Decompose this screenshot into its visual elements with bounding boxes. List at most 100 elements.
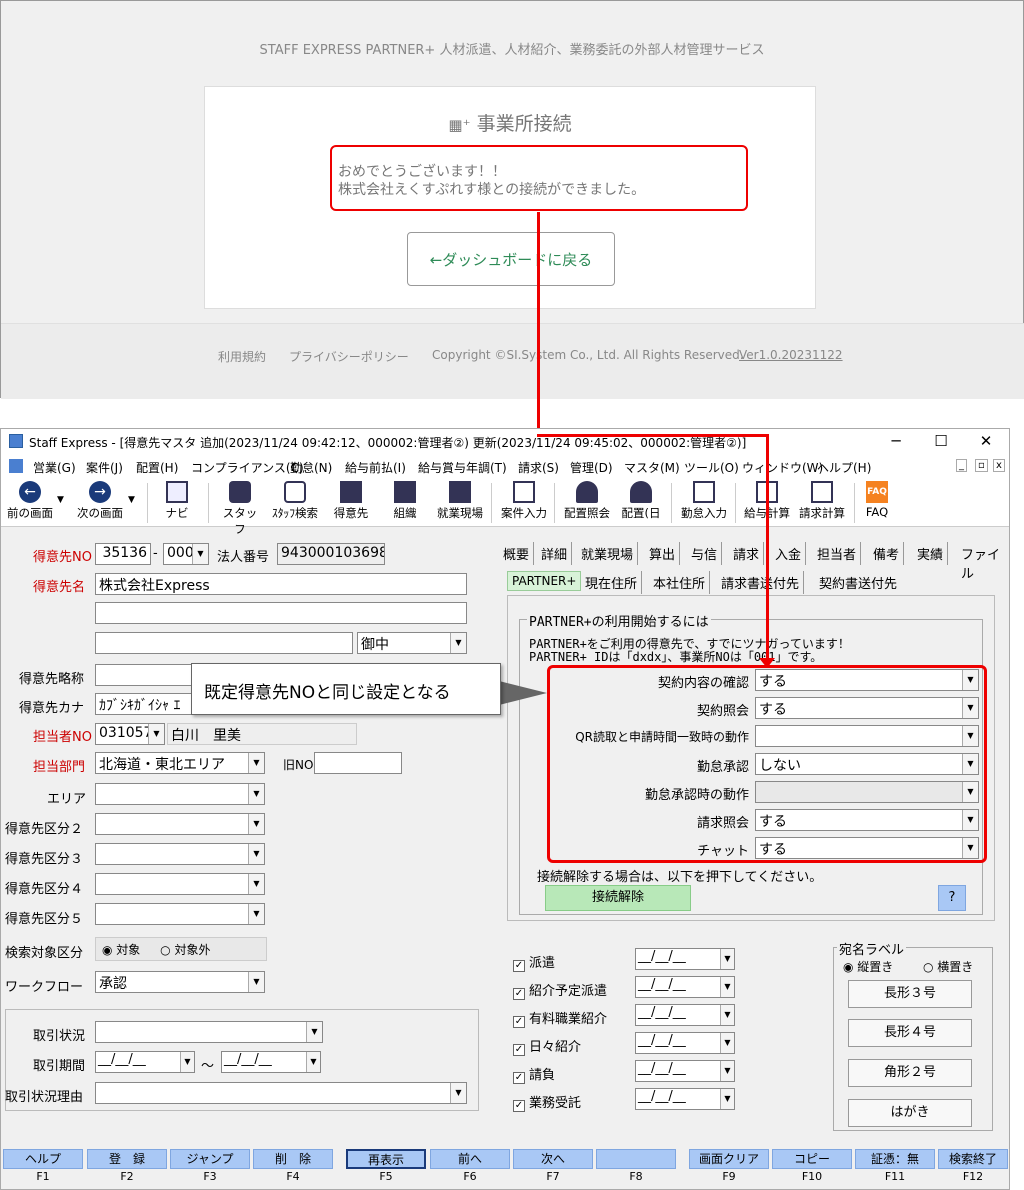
menu-placement[interactable]: 配置(H) xyxy=(136,459,178,476)
tab-billing[interactable]: 請求 xyxy=(729,542,765,565)
menu-tools[interactable]: ツール(O) xyxy=(684,459,739,476)
trade-status-select[interactable]: ▼ xyxy=(95,1021,323,1043)
menu-compliance[interactable]: コンプライアンス(C) xyxy=(191,459,304,476)
chevron-down-icon[interactable]: ▼ xyxy=(720,977,734,997)
maximize-button[interactable]: ☐ xyxy=(926,432,956,450)
contract-outsourcing-date[interactable]: __/__/__ ▼ xyxy=(635,1088,735,1110)
class4-select[interactable]: ▼ xyxy=(95,873,265,895)
label-horizontal-radio[interactable]: ○ 横置き xyxy=(923,958,973,975)
f10-copy-button[interactable]: コピー xyxy=(772,1149,852,1169)
chevron-down-icon[interactable]: ▼ xyxy=(248,904,264,924)
customer-name-3-field[interactable] xyxy=(95,632,353,654)
tab-workplace[interactable]: 就業現場 xyxy=(577,542,639,565)
customer-name-2-field[interactable] xyxy=(95,602,467,624)
forward-dropdown-icon[interactable]: ▼ xyxy=(128,495,135,505)
contract-dispatch-checkbox[interactable]: ✓ 派遣 xyxy=(513,952,555,972)
print-postcard-button[interactable]: はがき xyxy=(848,1099,972,1127)
contract-subcontract-checkbox[interactable]: ✓ 請負 xyxy=(513,1064,555,1084)
print-long3-button[interactable]: 長形３号 xyxy=(848,980,972,1008)
tab-results[interactable]: 実績 xyxy=(913,542,949,565)
mdi-restore-icon[interactable]: ▫ xyxy=(975,459,988,472)
staff-no-select[interactable]: 031057 ▼ xyxy=(95,723,165,745)
chevron-down-icon[interactable]: ▼ xyxy=(450,633,466,653)
dashboard-button[interactable]: ←ダッシュボードに戻る xyxy=(407,232,615,286)
trade-reason-select[interactable]: ▼ xyxy=(95,1082,467,1104)
chevron-down-icon[interactable]: ▼ xyxy=(248,844,264,864)
chevron-down-icon[interactable]: ▼ xyxy=(248,784,264,804)
chevron-down-icon[interactable]: ▼ xyxy=(248,972,264,992)
chevron-down-icon[interactable]: ▼ xyxy=(248,874,264,894)
toolbar-billing-calc[interactable]: 請求計算 xyxy=(797,479,847,521)
class5-select[interactable]: ▼ xyxy=(95,903,265,925)
tab-detail[interactable]: 詳細 xyxy=(537,542,573,565)
toolbar-workplace[interactable]: 就業現場 xyxy=(434,479,486,521)
contract-intro-dispatch-date[interactable]: __/__/__ ▼ xyxy=(635,976,735,998)
chevron-down-icon[interactable]: ▼ xyxy=(450,1083,466,1103)
tab-remarks[interactable]: 備考 xyxy=(869,542,905,565)
toolbar-attendance-input[interactable]: 勤怠入力 xyxy=(678,479,730,521)
contract-intro-dispatch-checkbox[interactable]: ✓ 紹介予定派遣 xyxy=(513,980,607,1000)
f7-next-button[interactable]: 次へ xyxy=(513,1149,593,1169)
old-no-field[interactable] xyxy=(314,752,402,774)
chevron-down-icon[interactable]: ▼ xyxy=(248,753,264,773)
chevron-down-icon[interactable]: ▼ xyxy=(720,949,734,969)
print-square2-button[interactable]: 角形２号 xyxy=(848,1059,972,1087)
menu-advance[interactable]: 給与前払(I) xyxy=(345,459,406,476)
contract-paid-placement-date[interactable]: __/__/__ ▼ xyxy=(635,1004,735,1026)
mdi-close-icon[interactable]: x xyxy=(993,459,1005,472)
mdi-minimize-icon[interactable]: _ xyxy=(956,459,967,472)
toolbar-staff-search[interactable]: ｽﾀｯﾌ検索 xyxy=(269,479,321,521)
f4-delete-button[interactable]: 削 除 xyxy=(253,1149,333,1169)
chevron-down-icon[interactable]: ▼ xyxy=(720,1033,734,1053)
class3-select[interactable]: ▼ xyxy=(95,843,265,865)
tab-overview[interactable]: 概要 xyxy=(499,542,535,565)
help-button[interactable]: ? xyxy=(938,885,966,911)
menu-help[interactable]: ヘルプ(H) xyxy=(817,459,871,476)
subtab-partner[interactable]: PARTNER+ xyxy=(507,571,582,591)
toolbar-customer[interactable]: 得意先 xyxy=(331,479,371,521)
menu-billing[interactable]: 請求(S) xyxy=(518,459,559,476)
toolbar-back[interactable]: ← 前の画面 xyxy=(5,479,55,521)
toolbar-staff[interactable]: スタッフ xyxy=(219,479,261,537)
menu-window[interactable]: ウィンドウ(W) xyxy=(742,459,823,476)
contract-subcontract-date[interactable]: __/__/__ ▼ xyxy=(635,1060,735,1082)
chevron-down-icon[interactable]: ▼ xyxy=(720,1005,734,1025)
toolbar-faq[interactable]: FAQ FAQ xyxy=(861,479,893,519)
menu-master[interactable]: マスタ(M) xyxy=(624,459,680,476)
tab-payment[interactable]: 入金 xyxy=(771,542,807,565)
chevron-down-icon[interactable]: ▼ xyxy=(306,1052,320,1072)
corp-no-field[interactable]: 9430001036982 xyxy=(277,543,385,565)
f6-prev-button[interactable]: 前へ xyxy=(430,1149,510,1169)
chevron-down-icon[interactable]: ▼ xyxy=(180,1052,194,1072)
contract-daily-date[interactable]: __/__/__ ▼ xyxy=(635,1032,735,1054)
contract-outsourcing-checkbox[interactable]: ✓ 業務受託 xyxy=(513,1092,581,1112)
f3-jump-button[interactable]: ジャンプ xyxy=(170,1149,250,1169)
disconnect-button[interactable]: 接続解除 xyxy=(545,885,691,911)
f8-blank-button[interactable] xyxy=(596,1149,676,1169)
tab-contact[interactable]: 担当者 xyxy=(813,542,862,565)
toolbar-org[interactable]: 組織 xyxy=(389,479,421,521)
area-select[interactable]: ▼ xyxy=(95,783,265,805)
tab-credit[interactable]: 与信 xyxy=(687,542,723,565)
f11-evidence-button[interactable]: 証憑：無 xyxy=(855,1149,935,1169)
search-target-on-radio[interactable]: ◉ 対象 xyxy=(102,943,140,957)
f1-help-button[interactable]: ヘルプ xyxy=(3,1149,83,1169)
chevron-down-icon[interactable]: ▼ xyxy=(720,1061,734,1081)
menu-sales[interactable]: 営業(G) xyxy=(33,459,76,476)
f5-refresh-button[interactable]: 再表示 xyxy=(346,1149,426,1169)
subtab-invoice-dest[interactable]: 請求書送付先 xyxy=(717,571,805,594)
search-target-off-radio[interactable]: ○ 対象外 xyxy=(160,943,210,957)
contract-paid-placement-checkbox[interactable]: ✓ 有料職業紹介 xyxy=(513,1008,607,1028)
menu-project[interactable]: 案件(J) xyxy=(86,459,123,476)
trade-start-date[interactable]: __/__/__ ▼ xyxy=(95,1051,195,1073)
minimize-button[interactable]: ─ xyxy=(881,432,911,450)
menu-payroll[interactable]: 給与賞与年調(T) xyxy=(418,459,507,476)
f2-save-button[interactable]: 登 録 xyxy=(87,1149,167,1169)
chevron-down-icon[interactable]: ▼ xyxy=(720,1089,734,1109)
print-long4-button[interactable]: 長形４号 xyxy=(848,1019,972,1047)
chevron-down-icon[interactable]: ▼ xyxy=(248,814,264,834)
dept-select[interactable]: 北海道・東北エリア ▼ xyxy=(95,752,265,774)
menu-attendance[interactable]: 勤怠(N) xyxy=(290,459,332,476)
back-dropdown-icon[interactable]: ▼ xyxy=(57,495,64,505)
trade-end-date[interactable]: __/__/__ ▼ xyxy=(221,1051,321,1073)
